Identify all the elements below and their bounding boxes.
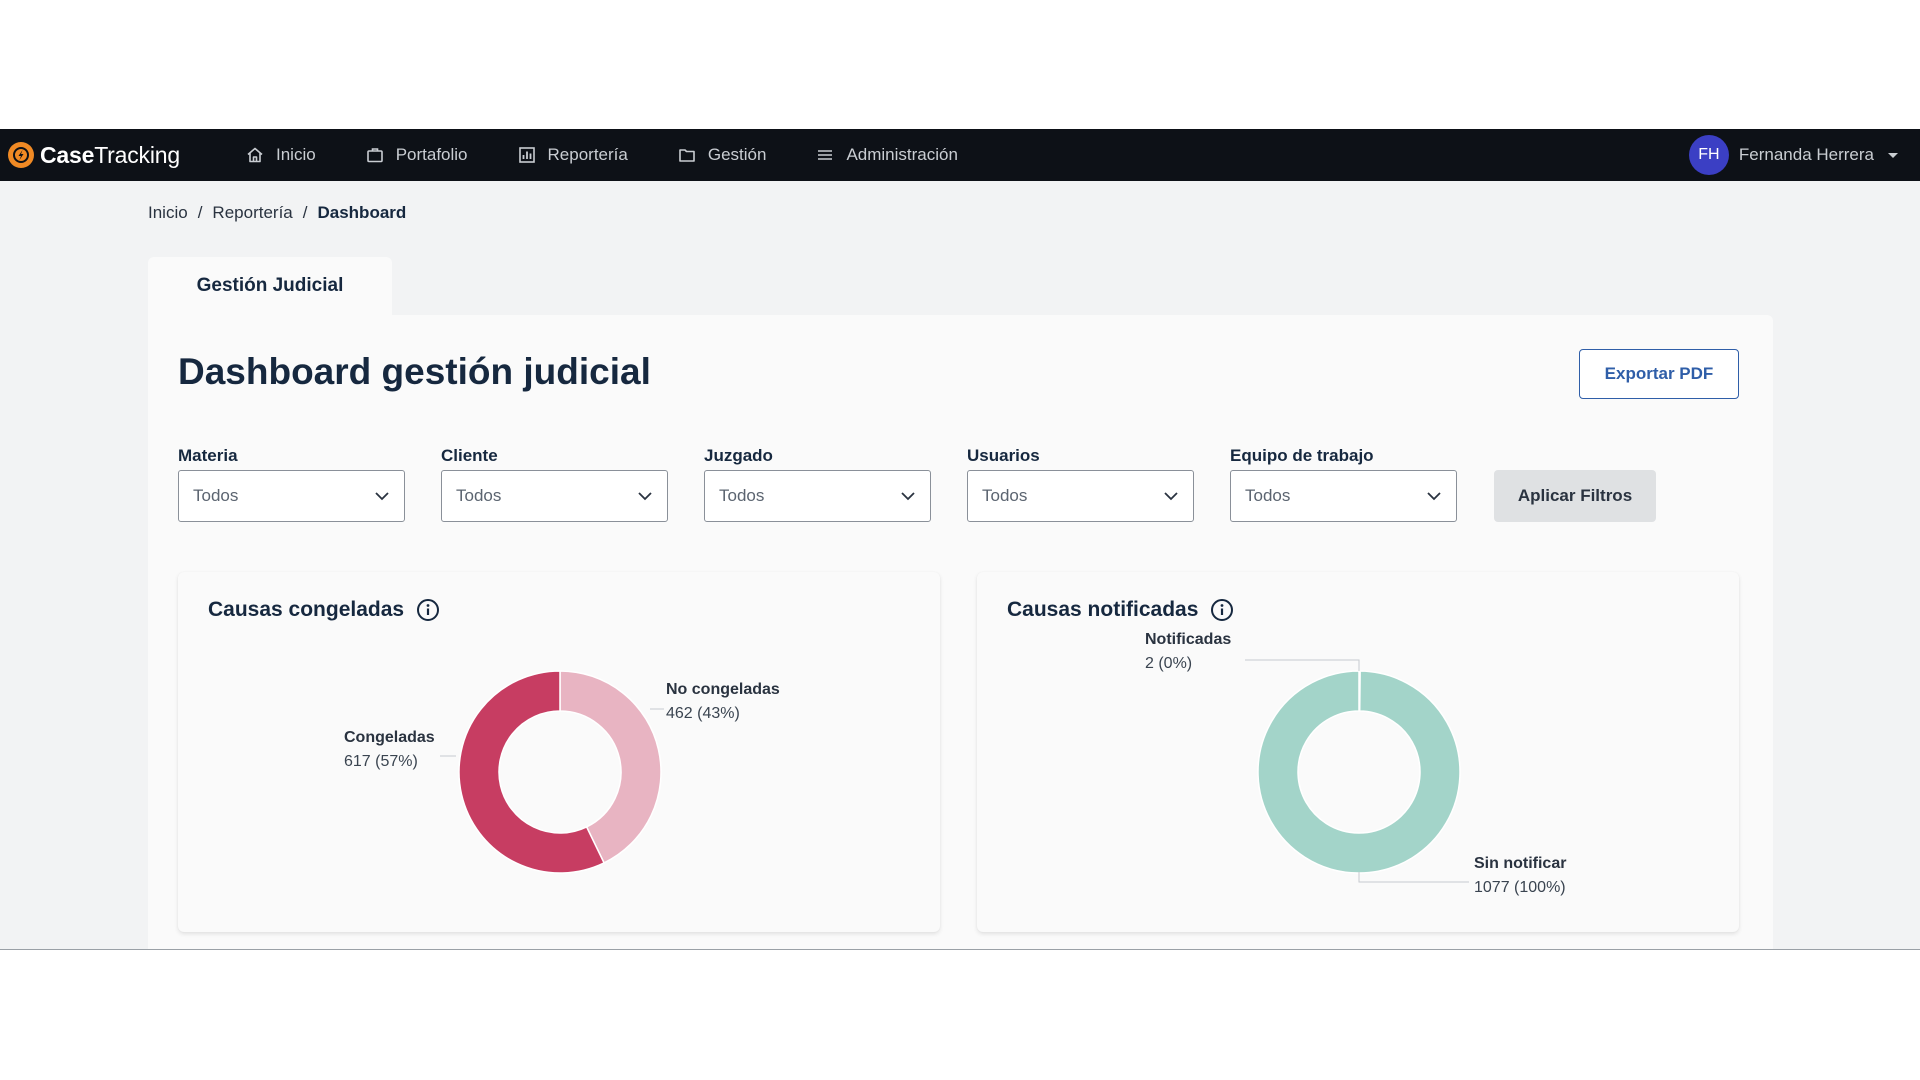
chevron-down-icon bbox=[901, 492, 915, 501]
chevron-down-icon bbox=[375, 492, 389, 501]
panel-title-text: Causas notificadas bbox=[1007, 598, 1199, 621]
filter-materia: Materia Todos bbox=[178, 446, 405, 522]
nav-item-administracion[interactable]: Administración bbox=[816, 129, 958, 181]
breadcrumb-separator: / bbox=[302, 203, 308, 222]
apply-filters-button[interactable]: Aplicar Filtros bbox=[1494, 470, 1656, 522]
nav-item-reporteria[interactable]: Reportería bbox=[518, 129, 628, 181]
filter-label: Juzgado bbox=[704, 446, 773, 465]
panel-title: Causas congeladas bbox=[208, 598, 440, 622]
breadcrumb-separator: / bbox=[197, 203, 203, 222]
slice-value-label: 617 (57%) bbox=[344, 753, 418, 770]
juzgado-select[interactable]: Todos bbox=[704, 470, 931, 522]
slice-value-label: 462 (43%) bbox=[666, 705, 740, 722]
nav-item-label: Administración bbox=[846, 145, 958, 164]
brand-name-light: Tracking bbox=[94, 141, 180, 168]
donut-slice-sin-notificar[interactable] bbox=[1257, 670, 1461, 874]
cliente-select[interactable]: Todos bbox=[441, 470, 668, 522]
bar-chart-icon bbox=[518, 147, 535, 163]
filter-label: Usuarios bbox=[967, 446, 1040, 465]
panel-causas-congeladas: No congeladas 462 (43%) Congeladas 617 (57%… bbox=[178, 572, 940, 932]
slice-name-label: Sin notificar bbox=[1474, 855, 1566, 872]
info-icon[interactable] bbox=[1210, 598, 1234, 622]
nav-item-inicio[interactable]: Inicio bbox=[246, 129, 316, 181]
breadcrumb-current: Dashboard bbox=[317, 203, 407, 222]
select-value: Todos bbox=[456, 486, 502, 505]
nav-item-label: Portafolio bbox=[395, 145, 468, 164]
nav-item-label: Inicio bbox=[276, 145, 316, 164]
select-value: Todos bbox=[982, 486, 1028, 505]
home-icon bbox=[247, 147, 263, 163]
tab-gestion-judicial[interactable]: Gestión Judicial bbox=[148, 257, 392, 315]
filter-juzgado: Juzgado Todos bbox=[704, 446, 931, 522]
donut-chart-congeladas: No congeladas 462 (43%) Congeladas 617 (57%… bbox=[344, 670, 780, 874]
filter-label: Cliente bbox=[441, 446, 498, 465]
breadcrumb-item-inicio[interactable]: Inicio bbox=[148, 203, 188, 223]
page-title: Dashboard gestión judicial bbox=[178, 351, 651, 392]
materia-select[interactable]: Todos bbox=[178, 470, 405, 522]
user-menu[interactable]: FH Fernanda Herrera bbox=[1688, 129, 1898, 181]
avatar: FH bbox=[1688, 135, 1729, 175]
dashboard-card: Dashboard gestión judicial Exportar PDF … bbox=[148, 315, 1773, 949]
donut-chart-notificadas: Notificadas 2 (0%) Sin notificar 1077 (100%… bbox=[1145, 631, 1566, 896]
caret-down-icon bbox=[1888, 152, 1898, 158]
select-value: Todos bbox=[719, 486, 765, 505]
slice-name-label: No congeladas bbox=[666, 681, 780, 698]
brand-name: CaseTracking bbox=[40, 142, 180, 169]
breadcrumb: Inicio / Reportería / Dashboard bbox=[148, 203, 406, 223]
chevron-down-icon bbox=[638, 492, 652, 501]
panel-title: Causas notificadas bbox=[1007, 598, 1234, 622]
nav-item-gestion[interactable]: Gestión bbox=[678, 129, 767, 181]
filter-usuarios: Usuarios Todos bbox=[967, 446, 1194, 522]
label-leader-line bbox=[1245, 659, 1360, 671]
slice-value-label: 2 (0%) bbox=[1145, 655, 1192, 672]
chevron-down-icon bbox=[1427, 492, 1441, 501]
export-pdf-button[interactable]: Exportar PDF bbox=[1579, 349, 1739, 399]
app-shell: CaseTracking Inicio Portafolio Reporterí… bbox=[0, 129, 1920, 950]
brand-name-bold: Case bbox=[40, 141, 95, 168]
casetracking-logo-icon bbox=[8, 142, 34, 168]
top-navigation-bar: CaseTracking Inicio Portafolio Reporterí… bbox=[0, 129, 1920, 181]
info-icon[interactable] bbox=[416, 598, 440, 622]
chevron-down-icon bbox=[1164, 492, 1178, 501]
main-menu: Inicio Portafolio Reportería Gestión Adm… bbox=[246, 129, 1008, 181]
panel-causas-notificadas: Notificadas 2 (0%) Sin notificar 1077 (100%… bbox=[977, 572, 1739, 932]
nav-item-label: Reportería bbox=[547, 145, 628, 164]
filter-label: Equipo de trabajo bbox=[1230, 446, 1374, 465]
equipo-select[interactable]: Todos bbox=[1230, 470, 1457, 522]
breadcrumb-item-reporteria[interactable]: Reportería bbox=[212, 203, 292, 223]
select-value: Todos bbox=[1245, 486, 1291, 505]
select-value: Todos bbox=[193, 486, 239, 505]
panel-title-text: Causas congeladas bbox=[208, 598, 405, 621]
user-name: Fernanda Herrera bbox=[1738, 145, 1874, 164]
brand-logo[interactable]: CaseTracking bbox=[8, 137, 180, 173]
label-leader-line bbox=[1358, 872, 1469, 883]
usuarios-select[interactable]: Todos bbox=[967, 470, 1194, 522]
filter-label: Materia bbox=[178, 446, 238, 465]
filter-equipo-de-trabajo: Equipo de trabajo Todos bbox=[1230, 446, 1457, 522]
slice-name-label: Congeladas bbox=[344, 729, 435, 746]
nav-item-label: Gestión bbox=[707, 145, 767, 164]
menu-icon bbox=[818, 150, 833, 160]
slice-value-label: 1077 (100%) bbox=[1474, 879, 1566, 896]
nav-item-portafolio[interactable]: Portafolio bbox=[366, 129, 468, 181]
slice-name-label: Notificadas bbox=[1145, 631, 1231, 648]
briefcase-icon bbox=[366, 148, 383, 163]
filter-cliente: Cliente Todos bbox=[441, 446, 668, 522]
folder-icon bbox=[679, 149, 695, 162]
